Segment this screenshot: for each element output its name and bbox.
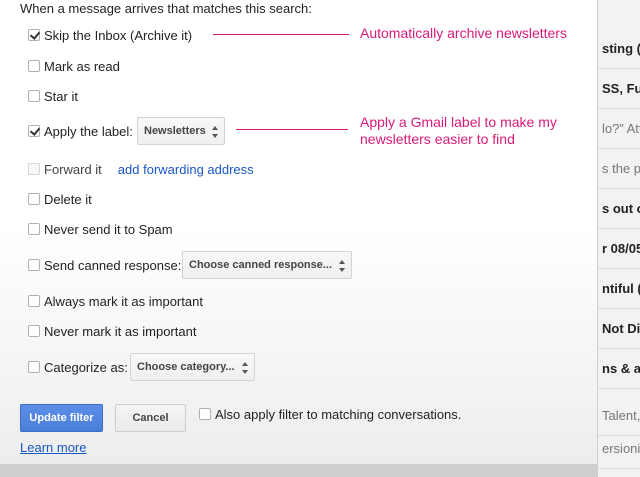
category-select[interactable]: Choose category... — [130, 353, 255, 381]
option-skip-inbox[interactable]: Skip the Inbox (Archive it) — [28, 26, 192, 44]
apply-label-label: Apply the label: — [44, 123, 133, 139]
filter-header: When a message arrives that matches this… — [20, 1, 312, 16]
skip-inbox-label: Skip the Inbox (Archive it) — [44, 27, 193, 43]
option-apply-label[interactable]: Apply the label: — [28, 122, 133, 140]
select-arrows-icon — [242, 362, 249, 374]
skip-inbox-checkbox[interactable] — [28, 29, 40, 41]
mark-read-checkbox[interactable] — [28, 60, 40, 72]
never-important-label: Never mark it as important — [44, 323, 197, 339]
never-important-checkbox[interactable] — [28, 325, 40, 337]
option-never-spam[interactable]: Never send it to Spam — [28, 220, 173, 238]
email-row[interactable]: Not Di — [598, 309, 640, 349]
categorize-checkbox[interactable] — [28, 361, 40, 373]
background-email-list: sting ( SS, Ful lo?” Att s the p s out o… — [598, 0, 640, 477]
label-select-value: Newsletters — [144, 125, 206, 137]
select-arrows-icon — [339, 260, 346, 272]
categorize-label: Categorize as: — [44, 359, 128, 375]
select-arrows-icon — [212, 126, 219, 138]
option-forward[interactable]: Forward it add forwarding address — [28, 160, 254, 178]
label-select[interactable]: Newsletters — [137, 117, 225, 145]
delete-checkbox[interactable] — [28, 193, 40, 205]
filter-dialog: When a message arrives that matches this… — [0, 0, 598, 465]
option-never-important[interactable]: Never mark it as important — [28, 322, 196, 340]
option-always-important[interactable]: Always mark it as important — [28, 292, 203, 310]
always-important-label: Always mark it as important — [44, 293, 203, 309]
never-spam-label: Never send it to Spam — [44, 221, 173, 237]
option-categorize[interactable]: Categorize as: — [28, 358, 128, 376]
add-forwarding-address-link[interactable]: add forwarding address — [118, 162, 254, 177]
email-row[interactable]: sting ( — [598, 29, 640, 69]
email-row[interactable]: r 08/05 — [598, 229, 640, 269]
email-row[interactable]: ersioning — [598, 429, 640, 469]
mark-read-label: Mark as read — [44, 58, 120, 74]
email-row[interactable]: lo?” Att — [598, 109, 640, 149]
email-row[interactable]: ns & a — [598, 349, 640, 389]
option-star[interactable]: Star it — [28, 87, 78, 105]
star-label: Star it — [44, 88, 78, 104]
learn-more-link[interactable]: Learn more — [20, 440, 86, 455]
email-row[interactable]: s out o — [598, 189, 640, 229]
option-mark-read[interactable]: Mark as read — [28, 57, 120, 75]
never-spam-checkbox[interactable] — [28, 223, 40, 235]
apply-label-checkbox[interactable] — [28, 125, 40, 137]
always-important-checkbox[interactable] — [28, 295, 40, 307]
canned-response-label: Send canned response: — [44, 257, 182, 273]
category-select-value: Choose category... — [137, 361, 235, 373]
cancel-button[interactable]: Cancel — [115, 404, 186, 432]
annotation-archive: Automatically archive newsletters — [360, 25, 567, 41]
annotation-label-line2: newsletters easier to find — [360, 131, 515, 147]
annotation-line — [236, 129, 348, 130]
email-row[interactable]: ntiful (a — [598, 269, 640, 309]
option-also-apply[interactable]: Also apply filter to matching conversati… — [199, 405, 461, 423]
canned-response-select[interactable]: Choose canned response... — [182, 251, 352, 279]
canned-response-select-value: Choose canned response... — [189, 259, 333, 271]
also-apply-checkbox[interactable] — [199, 408, 211, 420]
email-row[interactable]: SS, Ful — [598, 69, 640, 109]
annotation-line — [213, 34, 349, 35]
update-filter-button[interactable]: Update filter — [20, 404, 103, 432]
option-canned-response[interactable]: Send canned response: — [28, 256, 181, 274]
forward-label: Forward it — [44, 161, 102, 177]
canned-response-checkbox[interactable] — [28, 259, 40, 271]
forward-checkbox[interactable] — [28, 163, 40, 175]
star-checkbox[interactable] — [28, 90, 40, 102]
email-row[interactable]: s the p — [598, 149, 640, 189]
delete-label: Delete it — [44, 191, 92, 207]
option-delete[interactable]: Delete it — [28, 190, 92, 208]
also-apply-label: Also apply filter to matching conversati… — [215, 406, 462, 422]
annotation-label-line1: Apply a Gmail label to make my — [360, 114, 557, 130]
